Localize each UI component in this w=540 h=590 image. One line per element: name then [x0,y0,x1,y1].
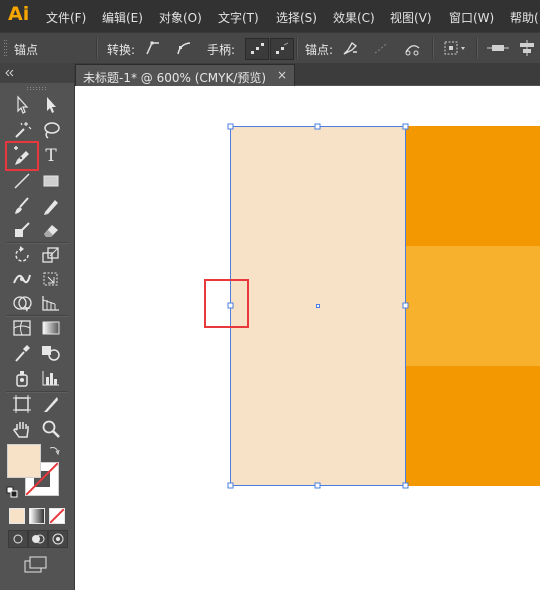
lasso-tool-icon[interactable] [40,119,62,141]
artwork [204,123,540,489]
draw-normal-button[interactable] [8,530,28,548]
resize-handle[interactable] [402,482,409,489]
zoom-tool-icon[interactable] [40,418,62,440]
resize-handle[interactable] [227,482,234,489]
align-horizontal-icon[interactable] [486,39,510,57]
artboard-tool-icon[interactable] [11,393,33,415]
added-anchor-point[interactable] [227,302,234,309]
eyedropper-tool-icon[interactable] [11,342,33,364]
width-tool-icon[interactable] [11,268,33,290]
mode-label: 锚点 [14,43,39,57]
document-tab-title: 未标题-1* @ 600% (CMYK/预览) [83,71,267,85]
resize-handle[interactable] [227,123,234,130]
resize-handle[interactable] [402,302,409,309]
app-logo: Ai [8,3,30,25]
grip-handle-icon[interactable] [4,39,8,57]
menu-type[interactable]: 文字(T) [218,9,259,26]
resize-handle[interactable] [402,123,409,130]
show-handles-button[interactable] [245,38,269,60]
menu-select[interactable]: 选择(S) [276,9,317,26]
panel-grip-icon[interactable] [27,79,47,90]
scale-tool-icon[interactable] [40,244,62,266]
symbol-sprayer-tool-icon[interactable] [11,367,33,389]
separator [96,38,98,58]
rectangle-tool-icon[interactable] [40,170,62,192]
align-center-icon[interactable] [516,39,538,57]
menu-object[interactable]: 对象(O) [159,9,202,26]
hand-tool-icon[interactable] [11,418,33,440]
collapse-panel-icon[interactable] [5,66,15,77]
resize-handle[interactable] [314,123,321,130]
type-tool-glyph: T [45,146,57,166]
control-bar: 锚点 转换: 手柄: 锚点: [0,32,540,64]
handles-label: 手柄: [207,43,236,57]
slice-tool-icon[interactable] [40,393,62,415]
draw-inside-button[interactable] [48,530,68,548]
close-icon[interactable]: × [277,68,287,82]
line-segment-tool-icon[interactable] [11,170,33,192]
eraser-tool-icon[interactable] [40,219,62,241]
free-transform-tool-icon[interactable] [40,268,62,290]
rotate-tool-icon[interactable] [11,244,33,266]
fill-color-front[interactable] [7,444,41,478]
column-graph-tool-icon[interactable] [40,367,62,389]
add-anchor-point-tool-icon[interactable] [11,145,33,167]
separator [476,38,478,58]
type-tool-icon[interactable]: T [40,145,62,167]
convert-label: 转换: [107,43,136,57]
screen-mode-icon[interactable] [24,556,48,574]
gradient-tool-icon[interactable] [40,317,62,339]
orange-light-middle-shape[interactable] [406,246,540,366]
menu-effect[interactable]: 效果(C) [333,9,375,26]
tools-panel-header [0,63,74,90]
gradient-mode-button[interactable] [29,508,45,524]
separator [432,38,434,58]
resize-handle[interactable] [314,482,321,489]
none-mode-button[interactable] [49,508,65,524]
remove-anchor-icon[interactable] [341,39,359,57]
cut-path-icon[interactable] [403,39,421,57]
menu-bar: Ai 文件(F) 编辑(E) 对象(O) 文字(T) 选择(S) 效果(C) 视… [0,0,540,32]
swap-colors-icon[interactable] [48,444,60,456]
separator [296,38,298,58]
direct-selection-tool-icon[interactable] [40,94,62,116]
isolate-mode-dropdown[interactable] [443,39,469,57]
hide-handles-button[interactable] [270,38,294,60]
orange-dark-top-shape[interactable] [406,126,540,246]
blob-brush-tool-icon[interactable] [11,219,33,241]
connect-anchors-icon[interactable] [372,39,390,57]
magic-wand-tool-icon[interactable] [11,119,33,141]
pencil-tool-icon[interactable] [40,195,62,217]
artboard-canvas[interactable] [75,86,540,590]
selection-tool-icon[interactable] [11,94,33,116]
center-point [316,304,320,308]
blend-tool-icon[interactable] [40,342,62,364]
menu-window[interactable]: 窗口(W) [449,9,494,26]
orange-dark-bottom-shape[interactable] [406,366,540,486]
default-colors-icon[interactable] [6,486,18,498]
menu-edit[interactable]: 编辑(E) [102,9,143,26]
menu-help[interactable]: 帮助( [510,9,539,26]
mesh-tool-icon[interactable] [11,317,33,339]
perspective-grid-tool-icon[interactable] [40,292,62,314]
draw-behind-button[interactable] [28,530,48,548]
shape-builder-tool-icon[interactable] [11,292,33,314]
paintbrush-tool-icon[interactable] [11,195,33,217]
menu-file[interactable]: 文件(F) [46,9,86,26]
menu-view[interactable]: 视图(V) [390,9,432,26]
document-tab[interactable]: 未标题-1* @ 600% (CMYK/预览) × [75,64,295,87]
color-mode-button[interactable] [9,508,25,524]
convert-smooth-icon[interactable] [175,39,193,57]
anchor-label: 锚点: [305,43,334,57]
convert-corner-icon[interactable] [144,39,162,57]
